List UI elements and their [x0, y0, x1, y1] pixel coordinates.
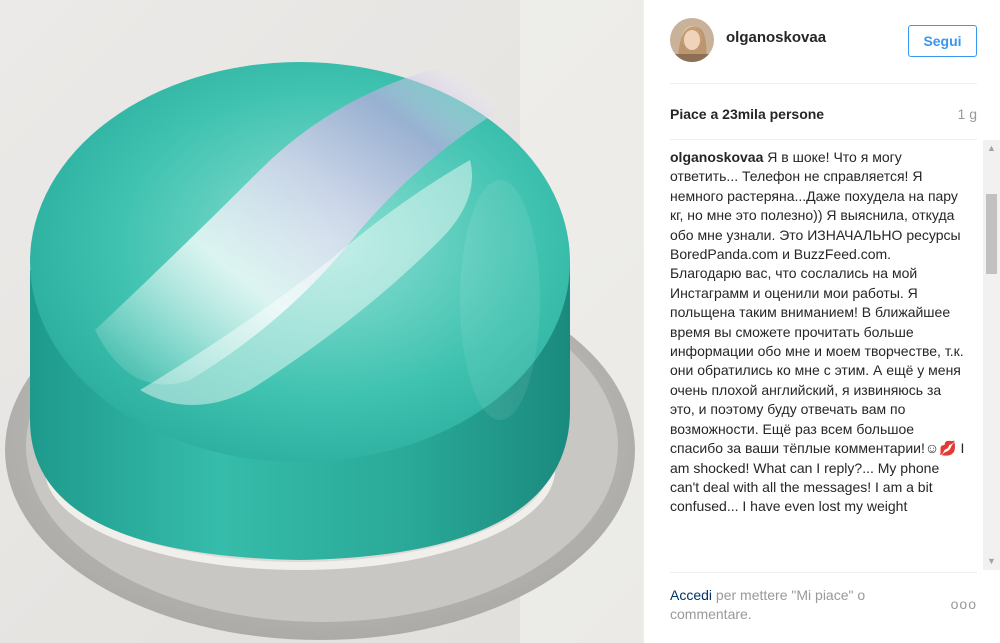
- scroll-thumb[interactable]: [986, 194, 997, 274]
- login-prompt: Accedi per mettere "Mi piace" o commenta…: [670, 586, 910, 624]
- login-link[interactable]: Accedi: [670, 587, 712, 603]
- scroll-down-icon[interactable]: ▼: [983, 553, 1000, 570]
- caption-author[interactable]: olganoskovaa: [670, 149, 763, 165]
- post-sidebar: olganoskovaa Segui Piace a 23mila person…: [643, 0, 1000, 643]
- profile-picture-icon: [670, 18, 714, 62]
- avatar[interactable]: [670, 18, 714, 62]
- post-photo: [0, 0, 643, 643]
- username[interactable]: olganoskovaa: [726, 29, 826, 46]
- more-options-icon[interactable]: ooo: [951, 596, 977, 612]
- scroll-up-icon[interactable]: ▲: [983, 140, 1000, 157]
- footer-divider: [670, 572, 977, 573]
- caption-text: Я в шоке! Что я могу ответить... Телефон…: [670, 149, 965, 515]
- cake-image: [0, 0, 643, 643]
- likes-divider: [670, 139, 977, 140]
- post-header: olganoskovaa Segui: [644, 0, 1000, 84]
- likes-count[interactable]: Piace a 23mila persone: [670, 106, 824, 122]
- header-divider: [670, 83, 977, 84]
- post-age[interactable]: 1 g: [958, 106, 977, 122]
- follow-button[interactable]: Segui: [908, 25, 977, 57]
- caption: olganoskovaa Я в шоке! Что я могу ответи…: [670, 148, 965, 517]
- comments-scrollbar[interactable]: ▲ ▼: [983, 140, 1000, 570]
- comments-list: olganoskovaa Я в шоке! Что я могу ответи…: [670, 148, 988, 568]
